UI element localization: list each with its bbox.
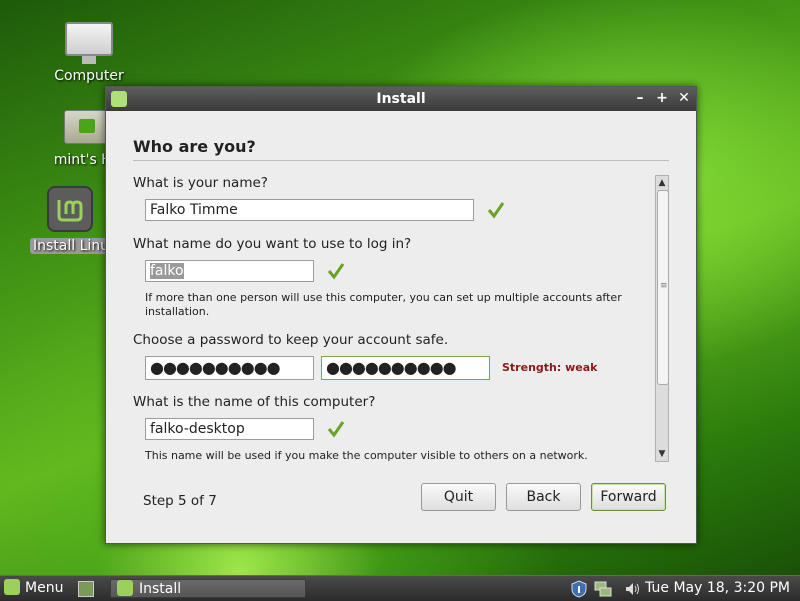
taskbar-window-label: Install bbox=[139, 581, 182, 597]
login-question: What name do you want to use to log in? bbox=[133, 236, 412, 252]
window-titlebar[interactable]: Install – + ✕ bbox=[106, 87, 696, 111]
linux-mint-icon bbox=[47, 186, 93, 232]
checkmark-icon bbox=[327, 421, 345, 438]
taskbar-window-install[interactable]: Install bbox=[110, 579, 306, 598]
forward-button[interactable]: Forward bbox=[591, 483, 666, 511]
show-desktop-icon[interactable] bbox=[78, 581, 94, 597]
computer-name-hint: This name will be used if you make the c… bbox=[145, 449, 588, 462]
linux-mint-icon bbox=[117, 580, 133, 596]
vertical-scrollbar[interactable]: ▲ ≡ ▼ bbox=[655, 175, 669, 462]
menu-label: Menu bbox=[25, 580, 64, 596]
page-title: Who are you? bbox=[133, 137, 256, 156]
computer-icon bbox=[65, 22, 113, 64]
confirm-password-input[interactable]: ●●●●●●●●●● bbox=[321, 356, 490, 380]
maximize-button[interactable]: + bbox=[653, 90, 671, 108]
desktop-icon-label: Install Linu bbox=[30, 238, 113, 254]
window-title: Install bbox=[376, 91, 426, 107]
desktop-icon-install[interactable]: Install Linu bbox=[30, 186, 113, 254]
password-question: Choose a password to keep your account s… bbox=[133, 332, 449, 348]
computer-name-input[interactable]: falko-desktop bbox=[145, 418, 314, 440]
checkmark-icon bbox=[327, 263, 345, 280]
divider bbox=[133, 160, 669, 161]
login-hint-line: If more than one person will use this co… bbox=[145, 291, 622, 304]
full-name-input[interactable]: Falko Timme bbox=[145, 199, 474, 221]
desktop-icon-label: Computer bbox=[54, 68, 124, 84]
home-folder-icon bbox=[64, 110, 110, 144]
linux-mint-icon bbox=[4, 579, 20, 595]
computer-name-question: What is the name of this computer? bbox=[133, 394, 376, 410]
password-strength-label: Strength: weak bbox=[502, 361, 598, 374]
form-scroll-area: What is your name? Falko Timme What name… bbox=[133, 175, 656, 462]
clock[interactable]: Tue May 18, 3:20 PM bbox=[645, 579, 790, 598]
desktop-icon-computer[interactable]: Computer bbox=[49, 22, 129, 84]
minimize-button[interactable]: – bbox=[631, 90, 649, 108]
checkmark-icon bbox=[487, 202, 505, 219]
quit-button[interactable]: Quit bbox=[421, 483, 496, 511]
password-input[interactable]: ●●●●●●●●●● bbox=[145, 356, 314, 380]
username-value: falko bbox=[150, 263, 184, 279]
login-hint-line: installation. bbox=[145, 305, 210, 318]
scroll-down-arrow-icon[interactable]: ▼ bbox=[656, 447, 668, 461]
network-icon[interactable] bbox=[594, 580, 612, 598]
login-hint: If more than one person will use this co… bbox=[145, 291, 622, 319]
scrollbar-thumb[interactable]: ≡ bbox=[657, 190, 669, 385]
menu-button[interactable]: Menu bbox=[4, 579, 63, 598]
taskbar: Menu Install Tue May 18, 3:20 PM bbox=[0, 575, 800, 601]
name-question: What is your name? bbox=[133, 175, 268, 191]
shield-update-icon[interactable] bbox=[570, 580, 588, 598]
step-indicator: Step 5 of 7 bbox=[143, 493, 217, 509]
install-window: Install – + ✕ Who are you? What is your … bbox=[105, 86, 697, 544]
back-button[interactable]: Back bbox=[506, 483, 581, 511]
volume-icon[interactable] bbox=[624, 580, 642, 598]
scroll-up-arrow-icon[interactable]: ▲ bbox=[656, 176, 668, 190]
close-button[interactable]: ✕ bbox=[675, 90, 693, 108]
username-input[interactable]: falko bbox=[145, 260, 314, 282]
